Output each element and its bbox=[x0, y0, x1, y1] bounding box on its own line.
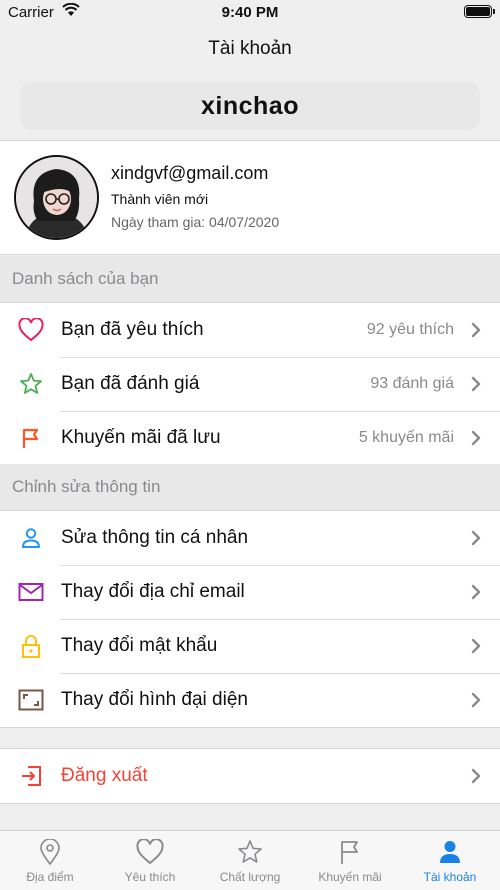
lock-icon bbox=[18, 634, 44, 658]
tab-favorites[interactable]: Yêu thích bbox=[100, 831, 200, 890]
tab-quality[interactable]: Chất lượng bbox=[200, 831, 300, 890]
chevron-right-icon bbox=[471, 430, 481, 446]
join-date: Ngày tham gia: 04/07/2020 bbox=[111, 214, 280, 230]
row-change-avatar[interactable]: Thay đổi hình đại diện bbox=[0, 673, 500, 727]
profile-email: xindgvf@gmail.com bbox=[111, 163, 269, 183]
location-pin-icon bbox=[40, 839, 60, 865]
row-change-password[interactable]: Thay đổi mật khẩu bbox=[0, 619, 500, 673]
row-label: Thay đổi mật khẩu bbox=[61, 635, 218, 656]
person-icon bbox=[18, 526, 44, 550]
chevron-right-icon bbox=[471, 322, 481, 338]
username-display: xinchao bbox=[20, 82, 480, 130]
logout-button[interactable]: Đăng xuất bbox=[0, 749, 500, 803]
chevron-right-icon bbox=[471, 638, 481, 654]
logout-icon bbox=[18, 764, 44, 788]
section-header-list: Danh sách của bạn bbox=[0, 256, 500, 302]
tab-bar: Địa điểm Yêu thích Chất lượng Khuyến mãi… bbox=[0, 830, 500, 890]
tab-label: Chất lượng bbox=[219, 870, 281, 884]
row-change-email[interactable]: Thay đổi địa chỉ email bbox=[0, 565, 500, 619]
status-bar: Carrier 9:40 PM bbox=[0, 0, 500, 26]
tab-label: Tài khoản bbox=[423, 870, 477, 884]
chevron-right-icon bbox=[471, 376, 481, 392]
tab-promotions[interactable]: Khuyến mãi bbox=[300, 831, 400, 890]
row-value: 92 yêu thích bbox=[366, 321, 454, 338]
heart-icon bbox=[136, 839, 164, 865]
list-group: Bạn đã yêu thích 92 yêu thích Bạn đã đán… bbox=[0, 302, 500, 466]
row-favorites[interactable]: Bạn đã yêu thích 92 yêu thích bbox=[0, 303, 500, 357]
row-label: Thay đổi địa chỉ email bbox=[61, 581, 245, 602]
flag-icon bbox=[18, 426, 44, 450]
flag-icon bbox=[341, 841, 358, 864]
clock: 9:40 PM bbox=[221, 4, 279, 21]
chevron-right-icon bbox=[471, 530, 481, 546]
row-saved-promos[interactable]: Khuyến mãi đã lưu 5 khuyến mãi bbox=[0, 411, 500, 465]
row-value: 5 khuyến mãi bbox=[358, 429, 454, 446]
mail-icon bbox=[18, 580, 44, 604]
chevron-right-icon bbox=[471, 584, 481, 600]
star-icon bbox=[238, 840, 262, 863]
chevron-right-icon bbox=[471, 692, 481, 708]
edit-group: Sửa thông tin cá nhân Thay đổi địa chỉ e… bbox=[0, 510, 500, 728]
tab-label: Yêu thích bbox=[124, 870, 176, 884]
image-frame-icon bbox=[18, 688, 44, 712]
row-label: Sửa thông tin cá nhân bbox=[61, 527, 249, 548]
page-title: Tài khoản bbox=[208, 38, 292, 59]
row-label: Khuyến mãi đã lưu bbox=[61, 427, 221, 448]
section-header-edit: Chỉnh sửa thông tin bbox=[0, 464, 500, 510]
row-rated[interactable]: Bạn đã đánh giá 93 đánh giá bbox=[0, 357, 500, 411]
row-label: Bạn đã đánh giá bbox=[61, 373, 200, 394]
tab-label: Địa điểm bbox=[26, 870, 74, 884]
tab-account[interactable]: Tài khoản bbox=[400, 831, 500, 890]
row-label: Bạn đã yêu thích bbox=[61, 319, 204, 340]
row-label: Thay đổi hình đại diện bbox=[61, 689, 248, 710]
battery-icon bbox=[464, 5, 495, 18]
profile-card: xindgvf@gmail.com Thành viên mới Ngày th… bbox=[0, 140, 500, 255]
heart-icon bbox=[18, 318, 44, 342]
logout-label: Đăng xuất bbox=[61, 765, 148, 786]
row-value: 93 đánh giá bbox=[370, 375, 454, 392]
member-level: Thành viên mới bbox=[111, 191, 209, 207]
person-icon bbox=[440, 841, 460, 863]
avatar-image bbox=[16, 157, 97, 238]
row-edit-profile[interactable]: Sửa thông tin cá nhân bbox=[0, 511, 500, 565]
logout-group: Đăng xuất bbox=[0, 748, 500, 804]
tab-label: Khuyến mãi bbox=[318, 870, 382, 884]
chevron-right-icon bbox=[471, 768, 481, 784]
star-icon bbox=[18, 372, 44, 396]
tab-places[interactable]: Địa điểm bbox=[0, 831, 100, 890]
avatar[interactable] bbox=[14, 155, 99, 240]
